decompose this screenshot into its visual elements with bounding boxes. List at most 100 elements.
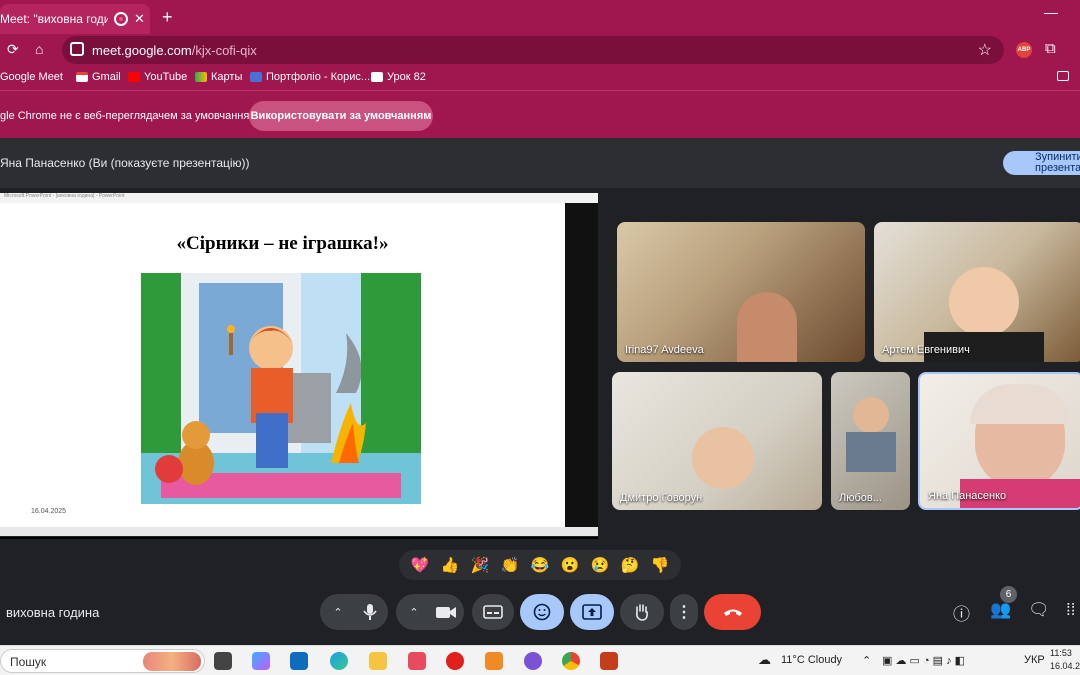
- video-options-icon[interactable]: ⌃: [398, 606, 430, 619]
- participant-name: Любов...: [839, 492, 882, 504]
- participant-name: Артем Евгенивич: [882, 344, 970, 356]
- participant-name: Яна Панасенко: [928, 490, 1007, 502]
- mic-control: ⌃: [320, 594, 388, 630]
- bookmark-gmail[interactable]: Gmail: [76, 71, 121, 83]
- slide-illustration: [141, 273, 421, 504]
- participant-tile-2[interactable]: Артем Евгенивич: [874, 222, 1080, 362]
- search-highlight-art: [143, 652, 201, 671]
- taskbar-search[interactable]: Пошук: [0, 649, 205, 673]
- tray-chevron-icon[interactable]: ⌃: [862, 654, 871, 667]
- reaction-surprised[interactable]: 😮: [557, 556, 583, 574]
- reaction-thumbs-down[interactable]: 👎: [647, 556, 673, 574]
- more-options-button[interactable]: ⋮: [670, 594, 698, 630]
- chrome-icon[interactable]: [562, 652, 580, 670]
- audio-options-icon[interactable]: ⌃: [322, 606, 354, 619]
- language-indicator[interactable]: УКР: [1024, 654, 1045, 666]
- infobar-message: gle Chrome не є веб-переглядачем за умов…: [0, 110, 257, 122]
- tab-meet[interactable]: Meet: "виховна година" ✕: [0, 4, 150, 34]
- chat-icon[interactable]: 🗨: [1028, 600, 1050, 620]
- address-bar[interactable]: meet.google.com/kjx-cofi-qix ☆: [62, 36, 1004, 64]
- hand-icon: [636, 604, 648, 621]
- minimize-icon[interactable]: —: [1044, 4, 1058, 20]
- participant-tile-3[interactable]: Дмитро Говорун: [612, 372, 822, 510]
- outlook-icon[interactable]: [290, 652, 308, 670]
- recording-icon: [114, 12, 128, 26]
- close-tab-icon[interactable]: ✕: [134, 11, 145, 27]
- present-screen-icon: [582, 604, 602, 620]
- captions-button[interactable]: [472, 594, 514, 630]
- powerpoint-window: Microsoft PowerPoint - [виховна година] …: [0, 193, 598, 537]
- participant-tile-4[interactable]: Любов...: [831, 372, 910, 510]
- reaction-laugh[interactable]: 😂: [527, 556, 553, 574]
- gmail-icon: [76, 72, 88, 82]
- adblock-icon[interactable]: ABP: [1016, 42, 1032, 58]
- bookmark-lesson[interactable]: Урок 82: [371, 71, 426, 83]
- reactions-button[interactable]: [520, 594, 564, 630]
- clock-time[interactable]: 11:53: [1050, 648, 1072, 658]
- bookmark-google-meet[interactable]: Google Meet: [0, 71, 63, 83]
- camera-control: ⌃: [396, 594, 464, 630]
- search-label: Пошук: [10, 655, 47, 669]
- reaction-thinking[interactable]: 🤔: [617, 556, 643, 574]
- reaction-thumbs-up[interactable]: 👍: [437, 556, 463, 574]
- ppt-titlebar: Microsoft PowerPoint - [виховна година] …: [0, 193, 598, 203]
- people-icon[interactable]: 👥: [990, 600, 1011, 620]
- slide-date: 16.04.2025: [31, 508, 67, 515]
- opera-icon[interactable]: [446, 652, 464, 670]
- nav-bar: ⟳ ⌂ meet.google.com/kjx-cofi-qix ☆ ABP ⧉: [0, 34, 1080, 66]
- participant-tile-self[interactable]: Яна Панасенко: [918, 372, 1080, 510]
- viber-icon[interactable]: [524, 652, 542, 670]
- end-call-icon: [723, 609, 742, 616]
- stop-presenting-button[interactable]: Зупинити презентац: [1003, 151, 1080, 175]
- file-explorer-icon[interactable]: [369, 652, 387, 670]
- new-tab-icon[interactable]: +: [162, 7, 173, 28]
- youtube-icon: [128, 72, 140, 82]
- windows-taskbar: Пошук ☁ 11°C Cloudy ⌃ ▣ ☁ ▭ ◔ ▤ ♪ ◧ УКР …: [0, 645, 1080, 675]
- more-vert-icon: ⋮: [676, 604, 692, 621]
- other-bookmarks-icon[interactable]: [1057, 71, 1069, 81]
- home-icon[interactable]: ⌂: [35, 41, 43, 57]
- paint-icon[interactable]: [408, 652, 426, 670]
- bookmarks-bar: Google Meet Gmail YouTube Карты Портфолі…: [0, 66, 1080, 90]
- meeting-title: виховна година: [6, 605, 100, 620]
- extensions-icon[interactable]: ⧉: [1045, 40, 1056, 57]
- participant-tile-1[interactable]: Irina97 Avdeeva: [617, 222, 865, 362]
- reaction-sad[interactable]: 😢: [587, 556, 613, 574]
- reaction-party[interactable]: 🎉: [467, 556, 493, 574]
- site-info-icon[interactable]: [70, 42, 84, 56]
- portfolio-icon: [250, 72, 262, 82]
- reaction-clap[interactable]: 👏: [497, 556, 523, 574]
- emoji-icon: [533, 603, 551, 621]
- reload-icon[interactable]: ⟳: [7, 41, 19, 58]
- browser-chrome: Meet: "виховна година" ✕ + — ⟳ ⌂ meet.go…: [0, 0, 1080, 138]
- clock-date[interactable]: 16.04.2025: [1050, 661, 1080, 671]
- microphone-icon[interactable]: [354, 602, 386, 622]
- photos-app-icon[interactable]: [485, 652, 503, 670]
- meeting-info-icon[interactable]: ⓘ: [953, 600, 970, 625]
- participant-name: Irina97 Avdeeva: [625, 344, 704, 356]
- task-view-icon[interactable]: [214, 652, 232, 670]
- slide-title: «Сірники – не іграшка!»: [176, 233, 389, 254]
- meet-stage: Яна Панасенко (Ви (показуєте презентацію…: [0, 138, 1080, 645]
- camera-icon[interactable]: [430, 602, 462, 622]
- weather-text[interactable]: 11°C Cloudy: [781, 654, 842, 666]
- set-default-button[interactable]: Використовувати за умовчанням: [249, 101, 433, 131]
- present-button[interactable]: [570, 594, 614, 630]
- tray-apps-icon[interactable]: ▣ ☁ ▭ ◔ ▤ ♪ ◧: [882, 654, 965, 667]
- activities-icon[interactable]: ⁞⁞: [1066, 600, 1075, 620]
- reaction-heart[interactable]: 💖: [407, 556, 433, 574]
- bookmark-star-icon[interactable]: ☆: [978, 40, 992, 60]
- bookmark-youtube[interactable]: YouTube: [128, 71, 187, 83]
- bookmark-maps[interactable]: Карты: [195, 71, 242, 83]
- weather-icon[interactable]: ☁: [758, 652, 771, 668]
- bookmark-portfolio[interactable]: Портфоліо - Корис...: [250, 71, 370, 83]
- tab-title: Meet: "виховна година": [0, 12, 108, 26]
- leave-call-button[interactable]: [704, 594, 761, 630]
- edge-icon[interactable]: [330, 652, 348, 670]
- raise-hand-button[interactable]: [620, 594, 664, 630]
- captions-icon: [483, 605, 503, 619]
- powerpoint-icon[interactable]: [600, 652, 618, 670]
- maps-icon: [195, 72, 207, 82]
- copilot-icon[interactable]: [252, 652, 270, 670]
- slide-side-panel: [565, 203, 598, 529]
